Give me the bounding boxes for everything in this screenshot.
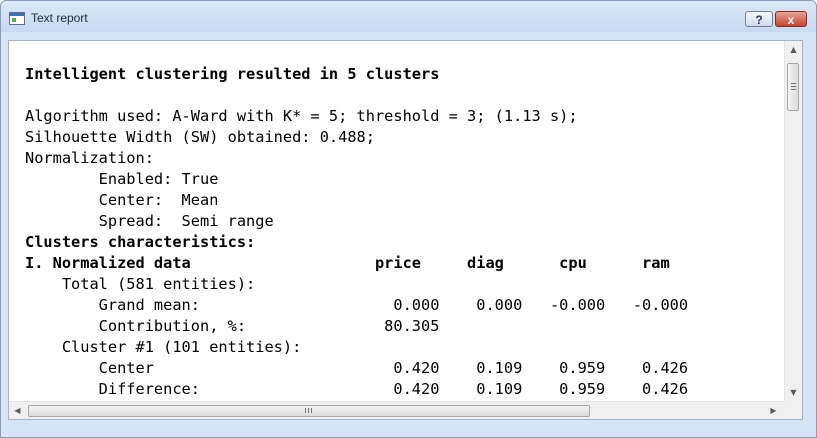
report-line: Grand mean: 0.000 0.000 -0.000 -0.000 <box>25 296 689 314</box>
vertical-scroll-thumb[interactable] <box>787 63 799 111</box>
text-report-window: Text report ? x Intelligent clustering r… <box>0 0 817 438</box>
title-bar[interactable]: Text report ? x <box>1 1 816 32</box>
report-area[interactable]: Intelligent clustering resulted in 5 clu… <box>8 40 803 420</box>
report-line: Center 0.420 0.109 0.959 0.426 <box>25 359 689 377</box>
report-line: Total (581 entities): <box>25 275 256 293</box>
report-line: Contribution, %: 80.305 <box>25 317 440 335</box>
report-line: Difference: 0.420 0.109 0.959 0.426 <box>25 380 689 398</box>
report-line <box>25 85 688 106</box>
window-title: Text report <box>31 11 88 25</box>
scroll-down-arrow-icon[interactable]: ▼ <box>785 384 802 401</box>
grip-icon <box>305 408 314 413</box>
vertical-scrollbar[interactable]: ▲ ▼ <box>784 41 802 401</box>
report-line: Algorithm used: A-Ward with K* = 5; thre… <box>25 107 578 125</box>
report-line: Clusters characteristics: <box>25 233 256 251</box>
horizontal-scrollbar[interactable]: ◀ ▶ <box>9 401 784 419</box>
report-line: Normalization: <box>25 149 154 167</box>
scroll-left-arrow-icon[interactable]: ◀ <box>9 402 26 419</box>
report-line: Enabled: True <box>25 170 219 188</box>
report-line: Intelligent clustering resulted in 5 clu… <box>25 65 440 83</box>
report-line: Cluster #1 (101 entities): <box>25 338 302 356</box>
report-line: I. Normalized data price diag cpu ram <box>25 254 670 272</box>
horizontal-scroll-thumb[interactable] <box>28 405 590 417</box>
report-window-icon <box>9 12 25 25</box>
scroll-right-arrow-icon[interactable]: ▶ <box>765 402 782 419</box>
scrollbar-corner <box>784 401 802 419</box>
help-button[interactable]: ? <box>745 11 773 27</box>
scroll-up-arrow-icon[interactable]: ▲ <box>785 41 802 58</box>
grip-icon <box>791 83 796 92</box>
report-line: Silhouette Width (SW) obtained: 0.488; <box>25 128 375 146</box>
report-text: Intelligent clustering resulted in 5 clu… <box>25 64 688 400</box>
report-line: Center: Mean <box>25 191 219 209</box>
close-button[interactable]: x <box>775 11 807 27</box>
report-line: Spread: Semi range <box>25 212 274 230</box>
